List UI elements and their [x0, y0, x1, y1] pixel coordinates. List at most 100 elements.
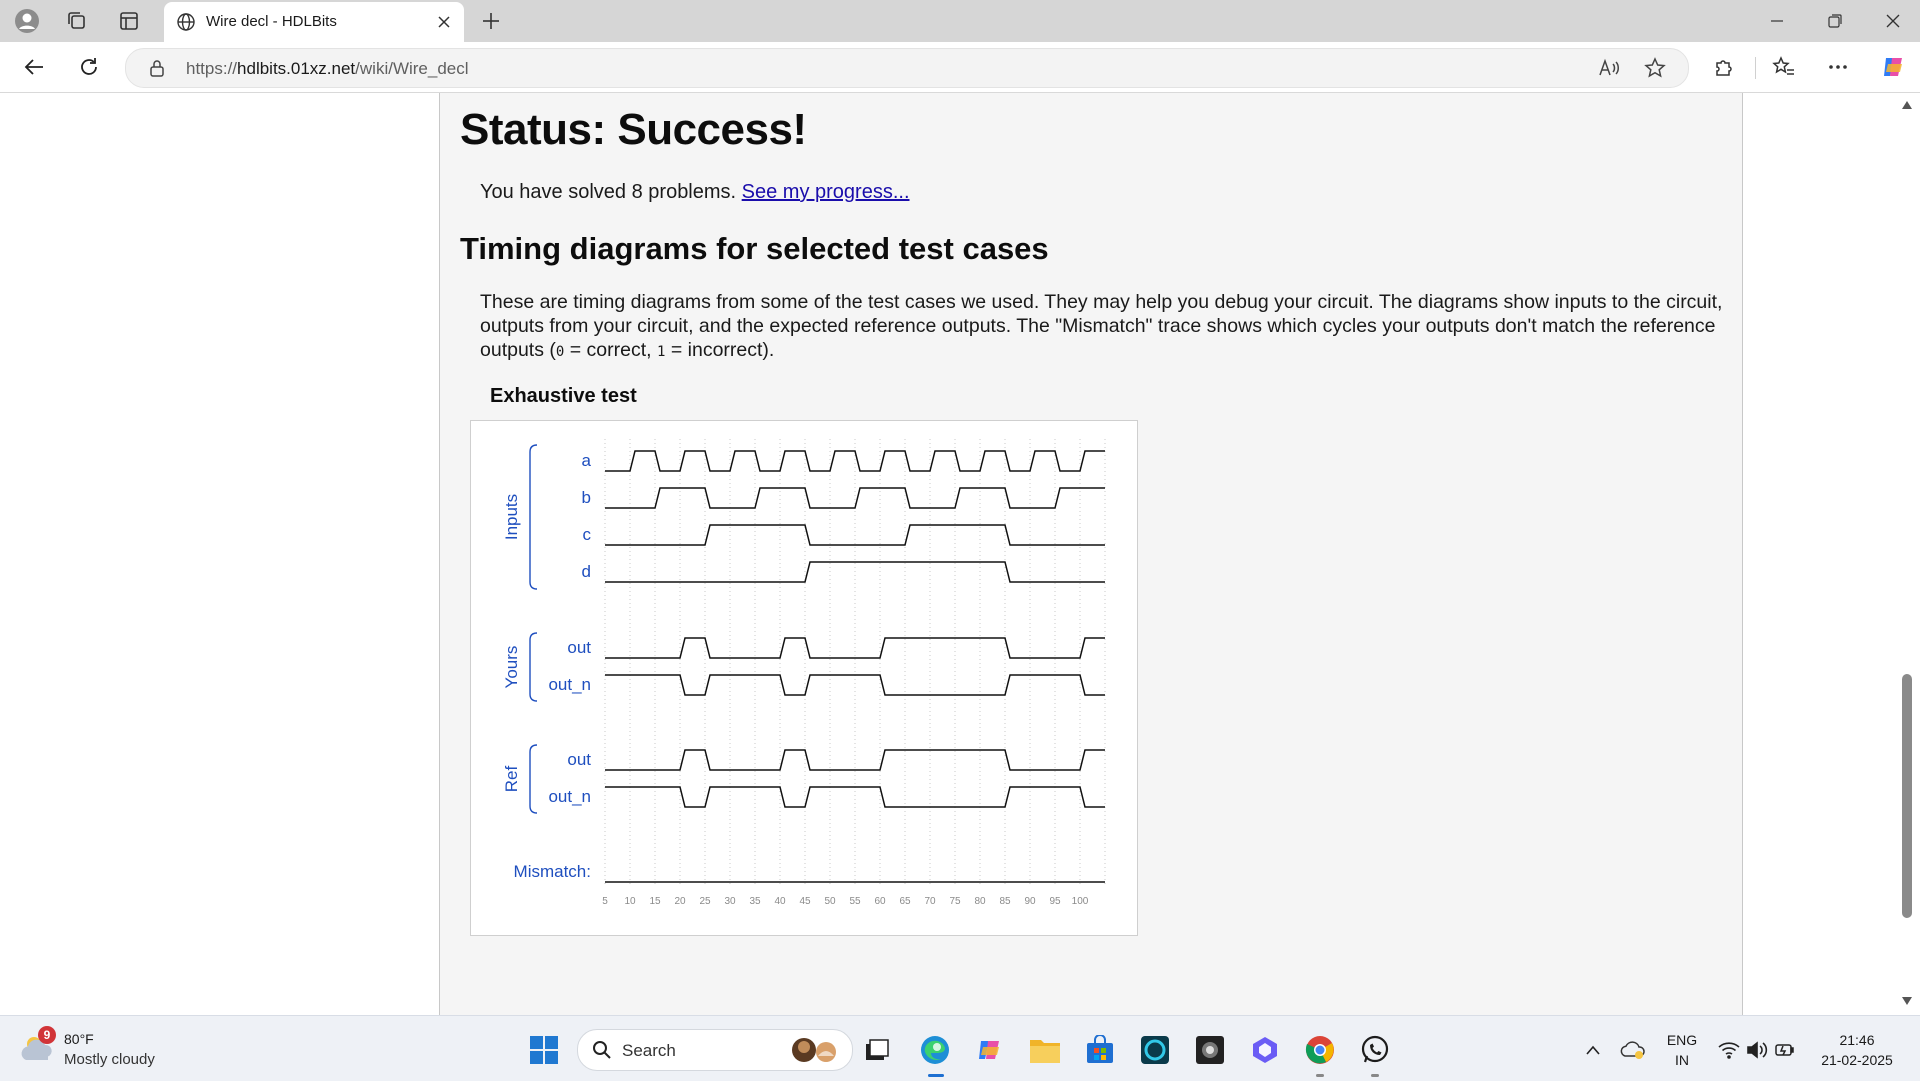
tab-title: Wire decl - HDLBits: [206, 13, 337, 30]
terminal-app-icon[interactable]: [1190, 1030, 1230, 1070]
tick-label: 95: [1049, 896, 1061, 907]
tick-label: 65: [899, 896, 911, 907]
tick-label: 20: [674, 896, 686, 907]
tick-label: 15: [649, 896, 661, 907]
clock-date[interactable]: 21-02-2025: [1812, 1052, 1902, 1068]
weather-description: Mostly cloudy: [64, 1051, 155, 1068]
scrollbar-thumb[interactable]: [1902, 674, 1912, 918]
scroll-down-icon[interactable]: [1900, 995, 1914, 1007]
volume-icon[interactable]: [1742, 1030, 1772, 1070]
tick-label: 60: [874, 896, 886, 907]
profile-icon[interactable]: [10, 5, 44, 37]
timing-description: These are timing diagrams from some of t…: [480, 291, 1723, 361]
tick-label: 25: [699, 896, 711, 907]
back-icon[interactable]: [16, 49, 52, 85]
address-bar[interactable]: https://hdlbits.01xz.net/wiki/Wire_decl: [125, 48, 1689, 88]
tick-label: 10: [624, 896, 636, 907]
group_inputs-bracket: [529, 444, 538, 590]
progress-link[interactable]: See my progress...: [742, 181, 910, 203]
group_ref-label: Ref: [502, 766, 521, 793]
tick-label: 55: [849, 896, 861, 907]
favorites-icon[interactable]: [1766, 49, 1802, 85]
browser-tab-bar: Wire decl - HDLBits: [0, 0, 1920, 42]
timing-heading: Timing diagrams for selected test cases: [460, 231, 1049, 266]
open-app-indicator: [1316, 1074, 1324, 1077]
copilot-icon[interactable]: [1875, 49, 1911, 85]
search-highlight-icon: [788, 1034, 844, 1071]
timing-diagram-svg: abcdoutout_noutout_nMismatch:InputsYours…: [502, 439, 1106, 907]
browser-toolbar: https://hdlbits.01xz.net/wiki/Wire_decl: [0, 42, 1920, 93]
taskbar-search[interactable]: Search: [577, 1029, 853, 1071]
wifi-icon[interactable]: [1713, 1030, 1745, 1070]
status-heading: Status: Success!: [460, 105, 807, 154]
copilot-app-icon[interactable]: [970, 1030, 1010, 1070]
microsoft-store-icon[interactable]: [1080, 1030, 1120, 1070]
onedrive-icon[interactable]: [1613, 1030, 1653, 1070]
group_yours-bracket: [529, 632, 538, 702]
weather-badge: 9: [38, 1026, 56, 1044]
search-placeholder: Search: [622, 1041, 676, 1060]
toolbar-divider: [1755, 57, 1756, 79]
active-app-indicator: [928, 1074, 944, 1077]
signal-label-inputs-a: a: [582, 451, 592, 470]
chrome-icon[interactable]: [1300, 1030, 1340, 1070]
restore-icon[interactable]: [1806, 0, 1864, 42]
workspaces-icon[interactable]: [60, 5, 94, 37]
web-page: Status: Success! You have solved 8 probl…: [0, 93, 1920, 1015]
weather-widget[interactable]: 9: [18, 1026, 58, 1066]
tick-label: 30: [724, 896, 736, 907]
language-region[interactable]: IN: [1662, 1052, 1702, 1068]
favorite-star-icon[interactable]: [1638, 52, 1672, 84]
solved-count-text: You have solved 8 problems.: [480, 181, 737, 203]
tick-label: 50: [824, 896, 836, 907]
group_yours-label: Yours: [502, 646, 521, 689]
whatsapp-icon[interactable]: [1355, 1030, 1395, 1070]
tick-label: 90: [1024, 896, 1036, 907]
signal-label-yours-out: out: [567, 638, 591, 657]
close-tab-icon[interactable]: [430, 8, 458, 36]
vertical-tabs-icon[interactable]: [112, 5, 146, 37]
photos-app-icon[interactable]: [1245, 1030, 1285, 1070]
show-hidden-icons-icon[interactable]: [1573, 1030, 1613, 1070]
signal-label-ref-out_n: out_n: [548, 787, 591, 806]
solved-text: You have solved 8 problems. See my progr…: [480, 181, 910, 204]
search-icon: [592, 1040, 612, 1065]
tick-label: 75: [949, 896, 961, 907]
open-app-indicator-2: [1371, 1074, 1379, 1077]
task-view-icon[interactable]: [857, 1030, 897, 1070]
refresh-icon[interactable]: [71, 49, 107, 85]
file-explorer-icon[interactable]: [1025, 1030, 1065, 1070]
tick-label: 70: [924, 896, 936, 907]
battery-icon[interactable]: [1770, 1030, 1800, 1070]
start-icon[interactable]: [524, 1030, 564, 1070]
vertical-scrollbar[interactable]: [1894, 93, 1920, 1015]
tick-label: 35: [749, 896, 761, 907]
extensions-icon[interactable]: [1706, 49, 1742, 85]
tick-label: 45: [799, 896, 811, 907]
language-code[interactable]: ENG: [1662, 1032, 1702, 1048]
signal-label-inputs-d: d: [582, 562, 591, 581]
edge-icon[interactable]: [915, 1030, 955, 1070]
close-window-icon[interactable]: [1864, 0, 1920, 42]
scroll-up-icon[interactable]: [1900, 99, 1914, 111]
minimize-icon[interactable]: [1748, 0, 1806, 42]
read-aloud-icon[interactable]: [1592, 52, 1626, 84]
weather-temperature: 80°F: [64, 1031, 94, 1047]
signal-label-inputs-b: b: [582, 488, 591, 507]
tick-label: 100: [1072, 896, 1089, 907]
taskbar: 9 80°F Mostly cloudy Search ENG IN 21:46…: [0, 1015, 1920, 1081]
alexa-app-icon[interactable]: [1135, 1030, 1175, 1070]
lock-icon[interactable]: [140, 52, 174, 84]
tick-label: 80: [974, 896, 986, 907]
left-panel: [5, 93, 440, 1015]
new-tab-icon[interactable]: [474, 5, 508, 37]
globe-icon: [176, 12, 196, 37]
mismatch-label: Mismatch:: [514, 862, 591, 881]
more-options-icon[interactable]: [1820, 49, 1856, 85]
tick-label: 40: [774, 896, 786, 907]
url-text[interactable]: https://hdlbits.01xz.net/wiki/Wire_decl: [186, 59, 469, 79]
tick-label: 85: [999, 896, 1011, 907]
timing-diagram: a b c d out out_n out out_n Mismatch: Inputs Yours…: [470, 420, 1138, 936]
active-tab[interactable]: Wire decl - HDLBits: [164, 2, 464, 42]
clock-time[interactable]: 21:46: [1812, 1032, 1902, 1048]
